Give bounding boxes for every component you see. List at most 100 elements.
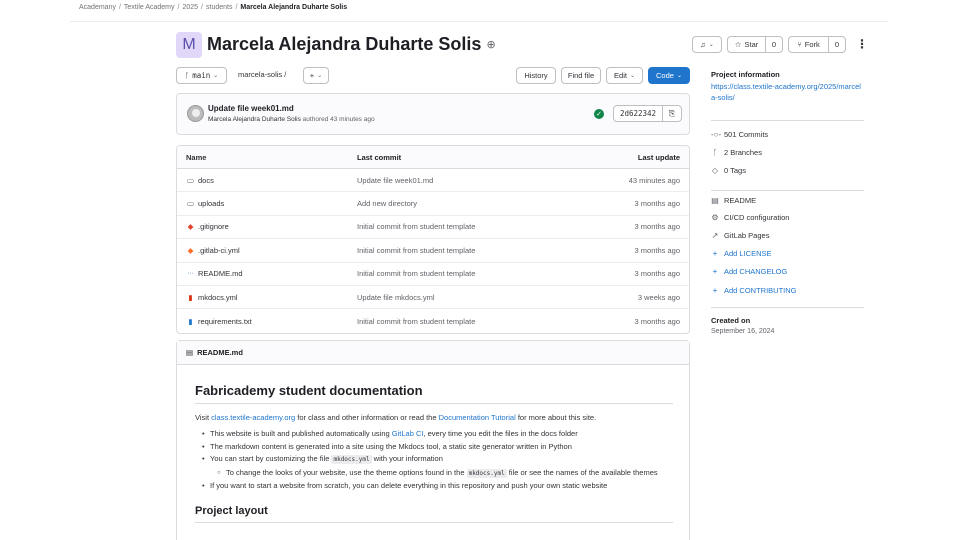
- edit-button[interactable]: Edit ⌄: [606, 67, 643, 84]
- add-file-button[interactable]: + ⌄: [303, 67, 329, 84]
- file-name-cell[interactable]: ▮ mkdocs.yml: [186, 292, 238, 302]
- divider: [711, 307, 864, 308]
- star-button[interactable]: ☆ Star: [727, 36, 766, 53]
- file-name[interactable]: mkdocs.yml: [198, 293, 238, 302]
- notifications-button[interactable]: ♫ ⌄: [692, 36, 722, 53]
- yaml-icon: ▮: [188, 292, 193, 302]
- doc-icon: ▤: [186, 348, 194, 357]
- created-section: Created on September 16, 2024: [711, 316, 774, 335]
- sidebar-link-label: Add LICENSE: [724, 249, 772, 258]
- file-last-update: 3 months ago: [634, 316, 680, 326]
- file-name[interactable]: requirements.txt: [198, 317, 252, 326]
- commit-time: authored 43 minutes ago: [302, 116, 375, 123]
- file-name-cell[interactable]: ◆ .gitlab-ci.yml: [186, 246, 240, 255]
- project-sidebar: Project information https://class.textil…: [711, 70, 864, 335]
- star-label: Star: [744, 40, 759, 49]
- file-last-update: 3 months ago: [634, 245, 680, 255]
- readme-list: This website is built and published auto…: [195, 428, 673, 493]
- sidebar-stat-branch[interactable]: ᚴ 2 Branches: [711, 148, 762, 157]
- file-name-cell[interactable]: ▮ requirements.txt: [186, 317, 252, 326]
- pipeline-success-icon[interactable]: ✓: [594, 109, 604, 119]
- gitlab-ci-link[interactable]: GitLab CI: [392, 429, 424, 438]
- branch-selector[interactable]: ᚴ main ⌄: [176, 67, 227, 84]
- file-table: Name Last commit Last update ▭ docs Update…: [176, 145, 690, 334]
- star-count[interactable]: 0: [765, 36, 783, 53]
- column-last-update: Last update: [637, 152, 680, 162]
- file-last-commit[interactable]: Initial commit from student template: [357, 246, 475, 255]
- file-name[interactable]: README.md: [198, 269, 243, 278]
- file-last-update: 3 months ago: [634, 199, 680, 209]
- fork-count[interactable]: 0: [828, 36, 846, 53]
- chevron-down-icon: ⌄: [708, 42, 714, 48]
- file-name[interactable]: .gitignore: [198, 222, 229, 231]
- file-last-commit[interactable]: Initial commit from student template: [357, 269, 475, 278]
- sidebar-stat-tag[interactable]: ◇ 0 Tags: [711, 166, 746, 175]
- sidebar-link[interactable]: ⚙ CI/CD configuration: [711, 213, 789, 222]
- sidebar-stat-commit[interactable]: -○- 501 Commits: [711, 130, 768, 139]
- copy-icon[interactable]: ⎘: [662, 105, 682, 122]
- sidebar-link[interactable]: + Add LICENSE: [711, 249, 772, 258]
- chevron-down-icon: ⌄: [213, 73, 219, 79]
- sidebar-link[interactable]: ↗ GitLab Pages: [711, 231, 770, 240]
- created-title: Created on: [711, 316, 751, 325]
- sidebar-stat-label: 501 Commits: [724, 130, 769, 139]
- history-button[interactable]: History: [516, 67, 556, 84]
- table-row[interactable]: ◆ .gitlab-ci.yml Initial commit from stude…: [177, 239, 689, 263]
- sidebar-link[interactable]: + Add CHANGELOG: [711, 267, 788, 276]
- documentation-tutorial-link[interactable]: Documentation Tutorial: [439, 413, 516, 422]
- column-last-commit: Last commit: [357, 152, 402, 162]
- star-icon: ☆: [734, 40, 742, 49]
- breadcrumb-item[interactable]: 2025: [182, 4, 198, 11]
- readme-text: for more about this site.: [515, 413, 597, 422]
- commit-sha[interactable]: 2d622342: [613, 105, 663, 122]
- file-name-cell[interactable]: ▭ uploads: [186, 199, 224, 208]
- breadcrumb-item[interactable]: Textile Academy: [124, 4, 175, 11]
- more-actions-icon[interactable]: ⋮: [856, 38, 868, 50]
- file-name[interactable]: uploads: [198, 199, 224, 208]
- sidebar-link-label: GitLab Pages: [724, 231, 770, 240]
- find-file-button[interactable]: Find file: [561, 67, 601, 84]
- repo-path-separator: /: [284, 70, 287, 79]
- sidebar-link-label: Add CHANGELOG: [724, 267, 788, 276]
- readme-panel: ▤ README.md Fabricademy student document…: [176, 340, 690, 540]
- file-name[interactable]: docs: [198, 176, 214, 185]
- breadcrumb-current[interactable]: Marcela Alejandra Duharte Solis: [240, 4, 347, 11]
- table-row[interactable]: ▮ requirements.txt Initial commit from stu…: [177, 309, 689, 332]
- table-row[interactable]: ◆ .gitignore Initial commit from student t…: [177, 216, 689, 240]
- sidebar-stat-label: 0 Tags: [724, 166, 746, 175]
- file-name-cell[interactable]: ◆ .gitignore: [186, 222, 229, 231]
- table-row[interactable]: ▮ mkdocs.yml Update file mkdocs.yml 3 weeks…: [177, 286, 689, 310]
- avatar[interactable]: [187, 105, 204, 122]
- file-last-commit[interactable]: Add new directory: [357, 199, 417, 208]
- class-site-link[interactable]: class.textile-academy.org: [211, 413, 295, 422]
- file-name-cell[interactable]: ▭ docs: [186, 176, 214, 185]
- list-item: If you want to start a website from scra…: [195, 480, 673, 493]
- commit-title[interactable]: Update file week01.md: [208, 104, 294, 113]
- divider: [711, 120, 864, 121]
- file-last-commit[interactable]: Initial commit from student template: [357, 317, 475, 326]
- commit-author[interactable]: Marcela Alejandra Duharte Solis: [208, 116, 301, 123]
- file-last-commit[interactable]: Update file week01.md: [357, 176, 433, 185]
- fork-button[interactable]: ⑂ Fork: [788, 36, 829, 53]
- repo-path: marcela-solis /: [238, 70, 286, 79]
- sidebar-link[interactable]: ▤ README: [711, 196, 756, 205]
- file-last-commit[interactable]: Update file mkdocs.yml: [357, 293, 435, 302]
- list-item: The markdown content is generated into a…: [195, 441, 673, 454]
- sidebar-stat-label: 2 Branches: [724, 148, 762, 157]
- file-last-commit[interactable]: Initial commit from student template: [357, 222, 475, 231]
- sidebar-link[interactable]: + Add CONTRIBUTING: [711, 286, 797, 295]
- breadcrumb-item[interactable]: Academany: [79, 4, 116, 11]
- readme-text: This website is built and published auto…: [210, 429, 392, 438]
- readme-filename[interactable]: README.md: [197, 348, 243, 357]
- file-name[interactable]: .gitlab-ci.yml: [198, 246, 240, 255]
- table-row[interactable]: ▭ uploads Add new directory 3 months ago: [177, 192, 689, 216]
- table-row[interactable]: ⋯ README.md Initial commit from student te…: [177, 263, 689, 286]
- repo-path-link[interactable]: marcela-solis: [238, 70, 282, 79]
- readme-subheading: Project layout: [195, 505, 673, 523]
- file-name-cell[interactable]: ⋯ README.md: [186, 269, 243, 278]
- project-title: Marcela Alejandra Duharte Solis: [207, 34, 482, 54]
- code-button[interactable]: Code ⌄: [648, 67, 690, 84]
- breadcrumb-item[interactable]: students: [206, 4, 232, 11]
- table-row[interactable]: ▭ docs Update file week01.md 43 minutes ago: [177, 169, 689, 193]
- project-url-link[interactable]: https://class.textile-academy.org/2025/m…: [711, 81, 864, 103]
